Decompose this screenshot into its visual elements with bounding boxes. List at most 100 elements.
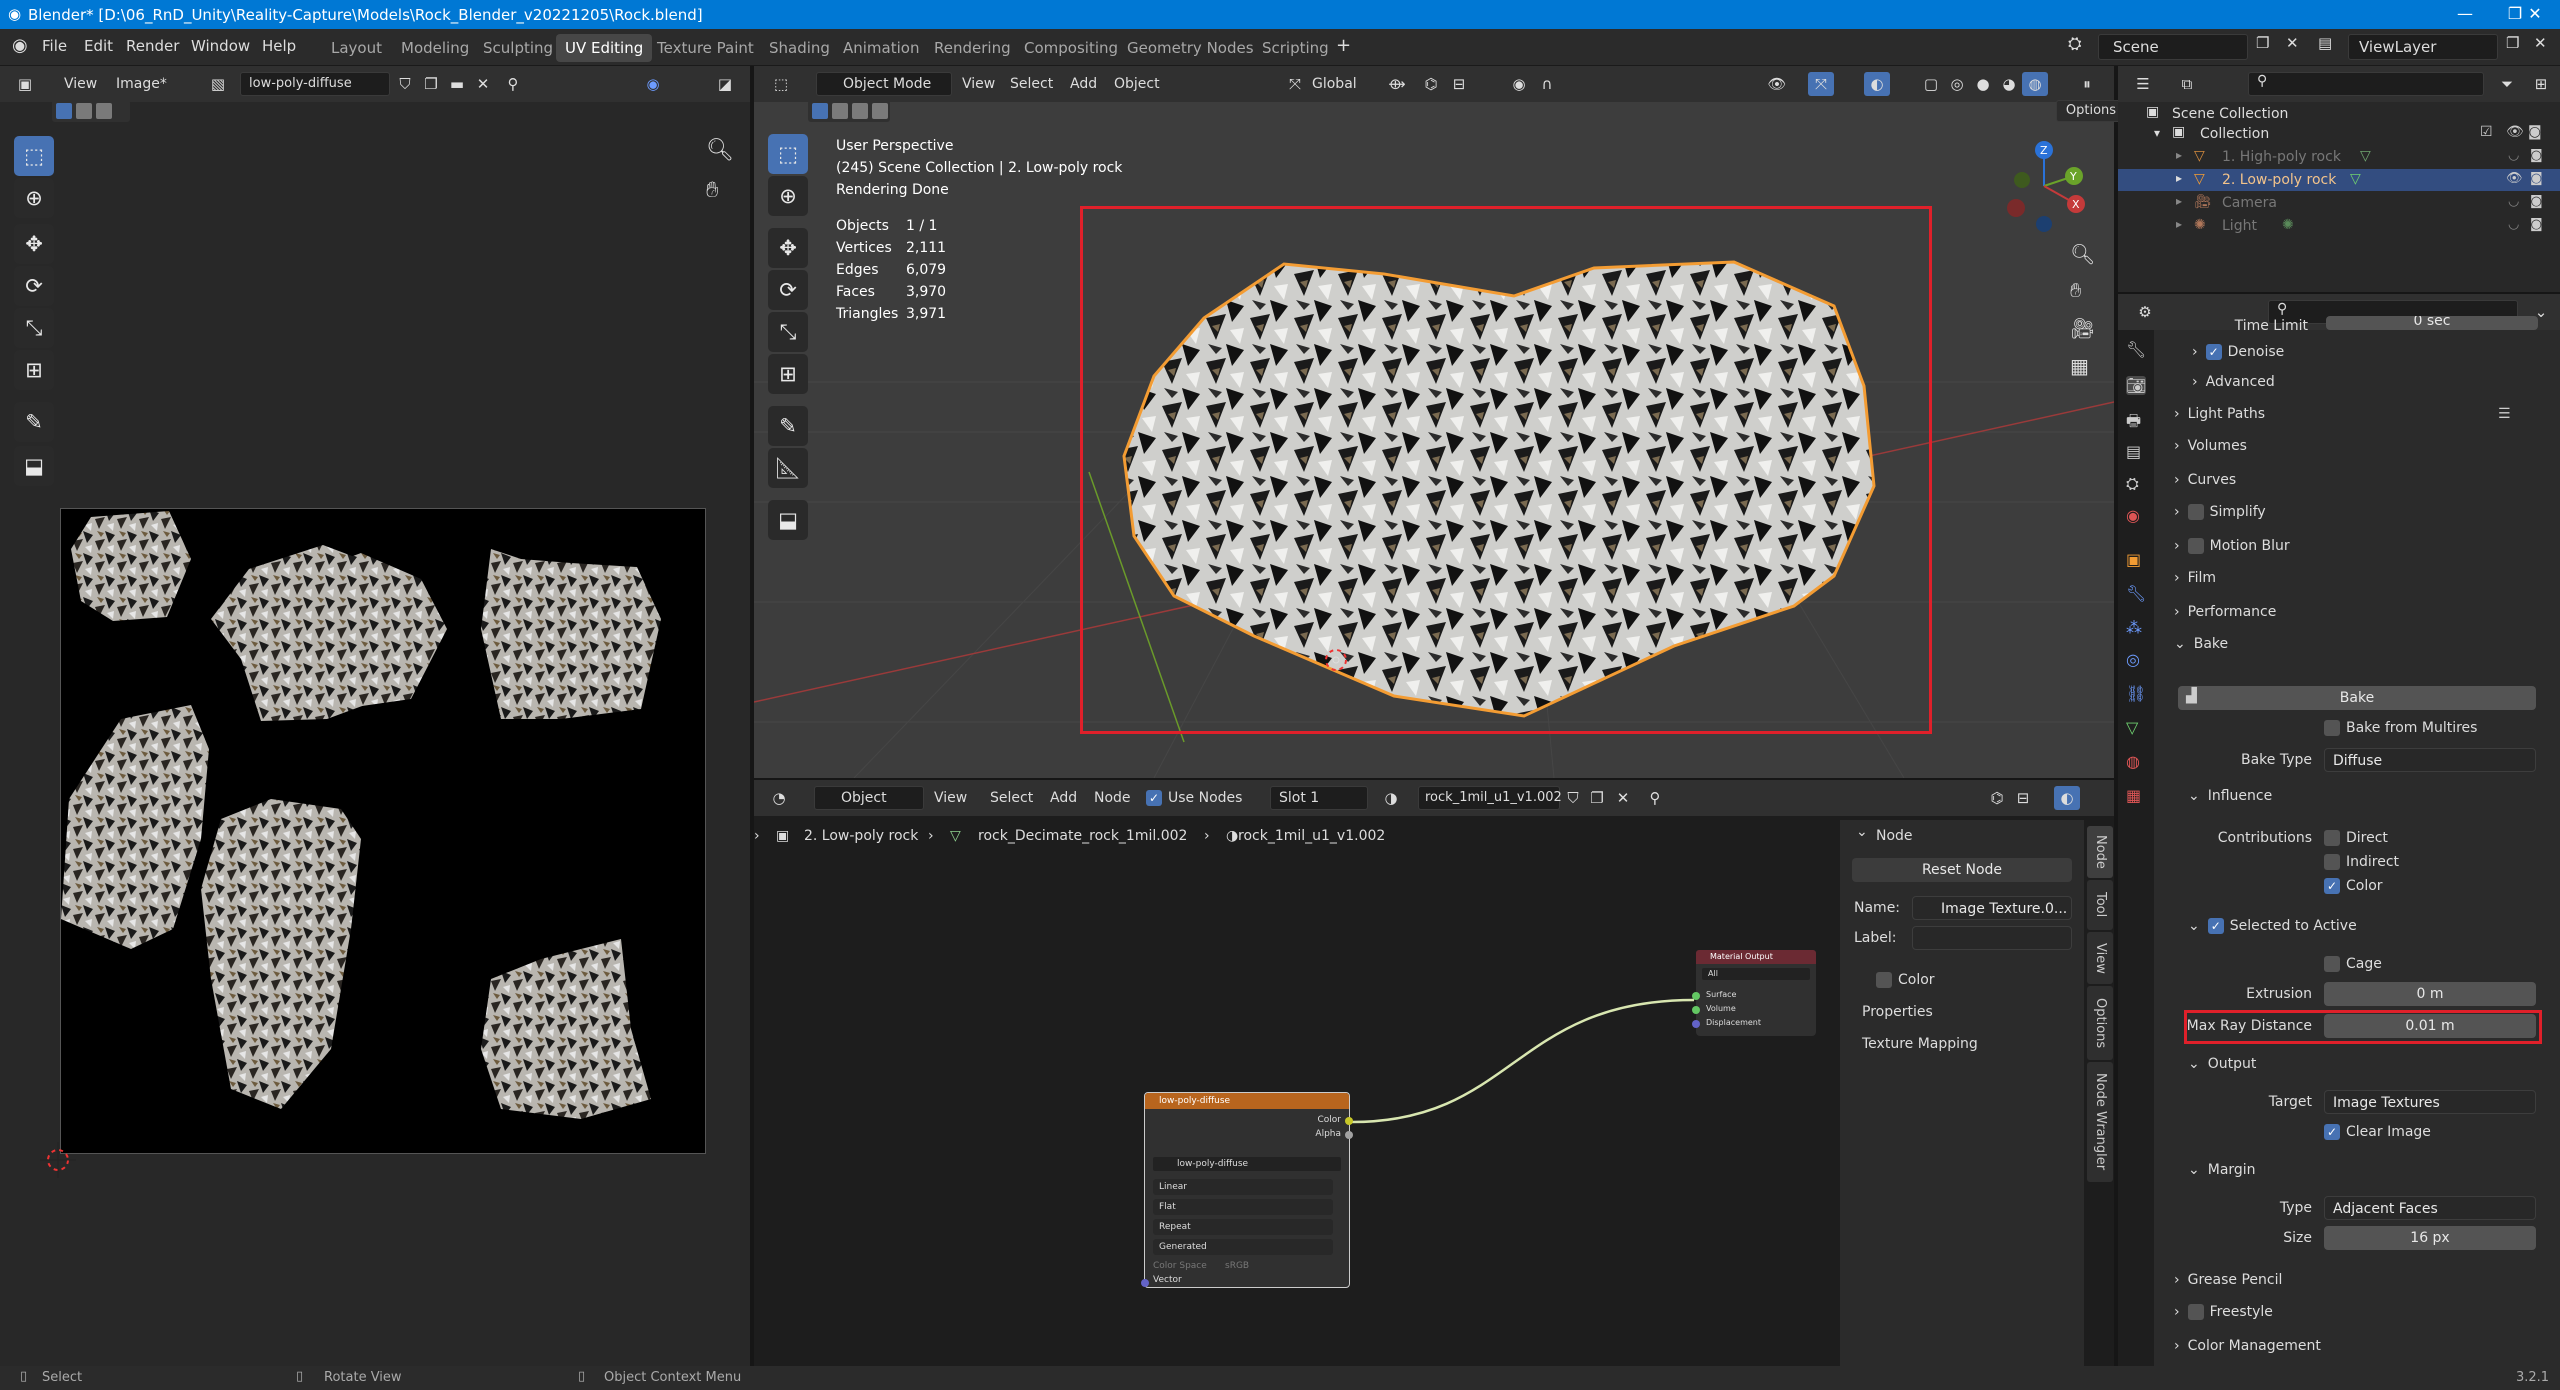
output-tab-icon[interactable]: 🖶︎ — [2126, 410, 2141, 437]
render-tab-icon[interactable]: 📷︎ — [2126, 376, 2147, 395]
workspace-tab-modeling[interactable]: Modeling — [392, 34, 478, 62]
editor-type-icon[interactable]: ▣ — [12, 72, 38, 96]
outliner-row-high-poly[interactable]: ▸ ▽ 1. High-poly rock ▽ ◡ ◙ — [2118, 146, 2560, 168]
open-image-icon[interactable]: ▬ — [444, 72, 470, 96]
sidebar-tab-options[interactable]: Options — [2087, 986, 2113, 1060]
viewport-zoom-icon[interactable]: 🔍︎ — [2070, 242, 2095, 266]
tool-tab-icon[interactable]: 🔧︎ — [2126, 340, 2146, 359]
viewport-measure-tool[interactable]: 📐︎ — [768, 448, 808, 488]
node-image-selector[interactable]: low-poly-diffuse — [1153, 1157, 1341, 1171]
outliner-search-input[interactable]: ⚲ — [2248, 72, 2484, 96]
contribution-indirect-toggle[interactable]: Indirect — [2324, 854, 2399, 870]
advanced-subpanel[interactable]: › Advanced — [2192, 374, 2275, 390]
viewport-annotate-tool[interactable]: ✎ — [768, 406, 808, 446]
collection-row[interactable]: Collection — [2200, 126, 2269, 142]
hidden-icon[interactable]: ◡ — [2508, 194, 2519, 209]
contribution-color-toggle[interactable]: ✓ Color — [2324, 878, 2383, 894]
viewport-rotate-tool[interactable]: ⟳ — [768, 270, 808, 310]
target-dropdown[interactable]: Image Textures — [2324, 1090, 2536, 1114]
transform-tool[interactable]: ⊞ — [14, 350, 54, 390]
xray-toggle-icon[interactable]: ▢ — [1918, 72, 1944, 96]
displacement-input-socket[interactable] — [1692, 1020, 1700, 1028]
3d-viewport[interactable]: ⬚ Object Mode View Select Add Object ⤧ G… — [754, 66, 2126, 778]
workspace-tab-geometry-nodes[interactable]: Geometry Nodes — [1118, 34, 1263, 62]
node-name-field[interactable]: Image Texture.0... — [1912, 896, 2072, 920]
minimize-button[interactable]: — — [2440, 0, 2490, 29]
selected-to-active-subpanel[interactable]: ⌄ ✓ Selected to Active — [2188, 918, 2357, 934]
view-layer-tab-icon[interactable]: ▤ — [2126, 442, 2141, 461]
proportional-falloff-icon[interactable]: ∩ — [1534, 72, 1560, 96]
new-image-icon[interactable]: ❐ — [418, 72, 444, 96]
object-tab-icon[interactable]: ▣ — [2126, 550, 2141, 569]
navigation-gizmo[interactable]: Z Y X — [1994, 136, 2094, 236]
fake-user-icon[interactable]: ⛉ — [392, 72, 418, 96]
workspace-tab-texture-paint[interactable]: Texture Paint — [648, 34, 763, 62]
time-limit-field[interactable]: 0 sec — [2326, 316, 2538, 330]
sidebar-tab-node-wrangler[interactable]: Node Wrangler — [2087, 1062, 2113, 1182]
volume-input-socket[interactable] — [1692, 1006, 1700, 1014]
extension-dropdown[interactable]: Repeat — [1153, 1219, 1333, 1235]
scene-tab-icon[interactable]: ⛭ — [2126, 474, 2139, 494]
menu-edit[interactable]: Edit — [84, 37, 113, 55]
panel-bake[interactable]: ⌄ Bake — [2174, 636, 2228, 652]
view-layer-icon[interactable]: ▤ — [2318, 34, 2332, 52]
transform-orientation-dropdown[interactable]: Global — [1306, 72, 1363, 96]
vector-input-socket[interactable] — [1141, 1279, 1149, 1287]
close-button[interactable]: ✕ — [2510, 0, 2560, 29]
texture-mapping-panel-header[interactable]: Texture Mapping — [1862, 1036, 1978, 1052]
grab-uv-tool[interactable]: ⬓ — [14, 446, 54, 486]
hidden-icon[interactable]: ◡ — [2508, 217, 2519, 232]
texture-tab-icon[interactable]: ▦ — [2126, 786, 2141, 805]
ortho-toggle-icon[interactable]: ▦ — [2070, 354, 2089, 378]
transform-orientation-icon[interactable]: ⤧ — [1282, 72, 1308, 96]
node-color-toggle[interactable]: Color — [1876, 972, 1935, 988]
menu-file[interactable]: File — [42, 37, 67, 55]
image-menu-image[interactable]: Image* — [110, 72, 173, 96]
physics-tab-icon[interactable]: ◎ — [2126, 650, 2140, 669]
image-browse-icon[interactable]: ▧ — [205, 72, 231, 96]
expand-icon[interactable]: ▸ — [2176, 148, 2182, 162]
cursor-tool[interactable]: ⊕ — [14, 178, 54, 218]
bake-type-dropdown[interactable]: Diffuse — [2324, 748, 2536, 772]
scale-tool[interactable]: ⤡ — [14, 308, 54, 348]
contribution-direct-toggle[interactable]: Direct — [2324, 830, 2388, 846]
viewport-editor-type-icon[interactable]: ⬚ — [768, 72, 794, 96]
margin-size-field[interactable]: 16 px — [2324, 1226, 2536, 1250]
outliner-row-light[interactable]: ▸ ✺ Light ✺ ◡ ◙ — [2118, 215, 2560, 237]
node-panel-header[interactable]: Node — [1876, 828, 1913, 844]
viewport-pan-icon[interactable]: ✋︎ — [2070, 278, 2081, 302]
visibility-icon[interactable]: 👁︎ — [2506, 171, 2523, 186]
expand-icon[interactable]: ▸ — [2176, 217, 2182, 231]
new-view-layer-icon[interactable]: ❐ — [2506, 34, 2519, 52]
surface-input-socket[interactable] — [1692, 992, 1700, 1000]
shader-node-editor[interactable]: ◔ Object View Select Add Node ✓ Use Nodes… — [754, 780, 2114, 1366]
render-icon[interactable]: ◙ — [2530, 217, 2543, 232]
render-icon[interactable]: ◙ — [2530, 194, 2543, 209]
viewport-cursor-tool[interactable]: ⊕ — [768, 176, 808, 216]
viewport-menu-add[interactable]: Add — [1064, 72, 1103, 96]
sidebar-tab-view[interactable]: View — [2087, 932, 2113, 984]
annotate-tool[interactable]: ✎ — [14, 402, 54, 442]
collection-render-icon[interactable]: ◙ — [2528, 124, 2542, 140]
image-menu-view[interactable]: View — [58, 72, 103, 96]
menu-render[interactable]: Render — [126, 37, 179, 55]
selected-to-active-check-icon[interactable]: ✓ — [2207, 918, 2224, 934]
modifier-tab-icon[interactable]: 🔧︎ — [2126, 584, 2146, 603]
gizmo-toggle-icon[interactable]: ⤧ — [1808, 72, 1834, 96]
collection-visibility-icon[interactable]: 👁︎ — [2506, 124, 2524, 140]
panel-color-management[interactable]: › Color Management — [2174, 1338, 2321, 1354]
remove-scene-icon[interactable]: ✕ — [2286, 34, 2299, 52]
panel-light-paths[interactable]: › Light Paths — [2174, 406, 2265, 422]
shading-material-icon[interactable]: ◕ — [1996, 72, 2022, 96]
3d-cursor-icon[interactable] — [1320, 644, 1352, 676]
workspace-tab-scripting[interactable]: Scripting — [1253, 34, 1338, 62]
unlink-image-icon[interactable]: ✕ — [470, 72, 496, 96]
outliner-filter-icon[interactable]: ⏷ — [2494, 72, 2520, 96]
panel-film[interactable]: › Film — [2174, 570, 2216, 586]
viewport-menu-view[interactable]: View — [956, 72, 1001, 96]
output-target-dropdown[interactable]: All — [1702, 968, 1810, 980]
outliner-editor-type-icon[interactable]: ☰ — [2130, 72, 2156, 96]
pivot-point-icon[interactable]: ⟴ — [1384, 72, 1410, 96]
shading-wireframe-icon[interactable]: ◎ — [1944, 72, 1970, 96]
motion-blur-check-icon[interactable] — [2187, 538, 2204, 554]
